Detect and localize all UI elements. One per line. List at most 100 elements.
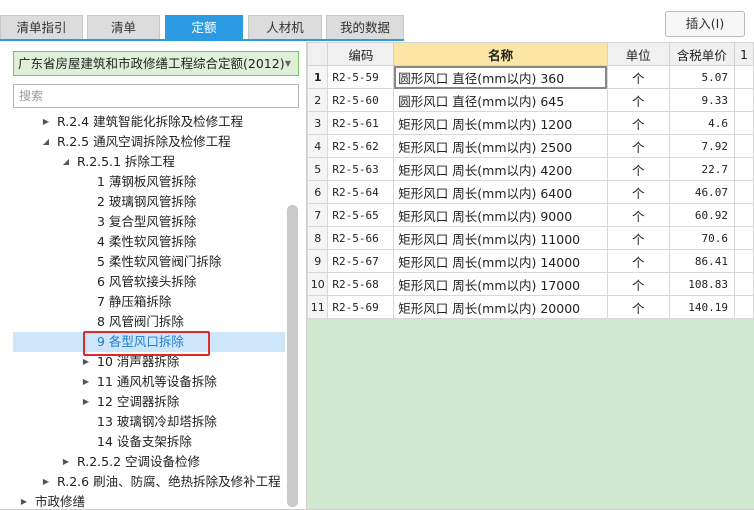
cell-unit[interactable]: 个 — [606, 88, 670, 112]
cell-extra[interactable] — [734, 272, 754, 296]
cell-code[interactable]: R2-5-62 — [327, 134, 395, 158]
cell-price[interactable]: 108.83 — [668, 272, 736, 296]
tree-node[interactable]: 2 玻璃钢风管拆除 — [13, 192, 285, 212]
cell-extra[interactable] — [734, 88, 754, 112]
table-row[interactable]: 5 R2-5-63 矩形风口 周长(mm以内) 4200 个 22.7 — [307, 157, 754, 181]
caret-collapsed-icon[interactable]: ▶ — [41, 472, 51, 492]
cell-name[interactable]: 圆形风口 直径(mm以内) 360 — [393, 65, 608, 89]
cell-extra[interactable] — [734, 180, 754, 204]
cell-extra[interactable] — [734, 65, 754, 89]
quota-library-select[interactable]: 广东省房屋建筑和市政修缮工程综合定额(2012) ▼ — [13, 51, 299, 76]
cell-name[interactable]: 圆形风口 直径(mm以内) 645 — [393, 88, 608, 112]
table-row[interactable]: 9 R2-5-67 矩形风口 周长(mm以内) 14000 个 86.41 — [307, 249, 754, 273]
cell-name[interactable]: 矩形风口 周长(mm以内) 11000 — [393, 226, 608, 250]
tree-node[interactable]: 1 薄钢板风管拆除 — [13, 172, 285, 192]
tree-node[interactable]: 8 风管阀门拆除 — [13, 312, 285, 332]
cell-extra[interactable] — [734, 134, 754, 158]
cell-extra[interactable] — [734, 226, 754, 250]
cell-name[interactable]: 矩形风口 周长(mm以内) 9000 — [393, 203, 608, 227]
cell-price[interactable]: 4.6 — [668, 111, 736, 135]
tab-bill[interactable]: 清单 — [87, 15, 160, 40]
table-row[interactable]: 1 R2-5-59 圆形风口 直径(mm以内) 360 个 5.07 — [307, 65, 754, 89]
cell-name[interactable]: 矩形风口 周长(mm以内) 17000 — [393, 272, 608, 296]
tab-list-guide[interactable]: 清单指引 — [0, 15, 83, 40]
cell-price[interactable]: 140.19 — [668, 295, 736, 319]
tree-node[interactable]: ▶ 市政修缮 — [13, 492, 285, 510]
caret-expanded-icon[interactable]: ◢ — [41, 132, 51, 152]
caret-expanded-icon[interactable]: ◢ — [61, 152, 71, 172]
cell-code[interactable]: R2-5-63 — [327, 157, 395, 181]
tree-node[interactable]: 13 玻璃钢冷却塔拆除 — [13, 412, 285, 432]
tree-node[interactable]: 4 柔性软风管拆除 — [13, 232, 285, 252]
cell-code[interactable]: R2-5-65 — [327, 203, 395, 227]
table-row[interactable]: 8 R2-5-66 矩形风口 周长(mm以内) 11000 个 70.6 — [307, 226, 754, 250]
cell-name[interactable]: 矩形风口 周长(mm以内) 4200 — [393, 157, 608, 181]
cell-code[interactable]: R2-5-60 — [327, 88, 395, 112]
cell-name[interactable]: 矩形风口 周长(mm以内) 2500 — [393, 134, 608, 158]
tree-node[interactable]: ▶ R.2.5.2 空调设备检修 — [13, 452, 285, 472]
cell-unit[interactable]: 个 — [606, 65, 670, 89]
tree-node[interactable]: 6 风管软接头拆除 — [13, 272, 285, 292]
table-row[interactable]: 2 R2-5-60 圆形风口 直径(mm以内) 645 个 9.33 — [307, 88, 754, 112]
tree-node[interactable]: ◢ R.2.5.1 拆除工程 — [13, 152, 285, 172]
tree-node[interactable]: ▶ R.2.4 建筑智能化拆除及检修工程 — [13, 112, 285, 132]
cell-price[interactable]: 70.6 — [668, 226, 736, 250]
cell-unit[interactable]: 个 — [606, 249, 670, 273]
cell-extra[interactable] — [734, 295, 754, 319]
cell-name[interactable]: 矩形风口 周长(mm以内) 6400 — [393, 180, 608, 204]
column-header-name[interactable]: 名称 — [393, 42, 608, 66]
cell-unit[interactable]: 个 — [606, 272, 670, 296]
column-header-unit[interactable]: 单位 — [606, 42, 670, 66]
column-header-price[interactable]: 含税单价 — [668, 42, 736, 66]
cell-unit[interactable]: 个 — [606, 295, 670, 319]
column-header-code[interactable]: 编码 — [327, 42, 395, 66]
cell-code[interactable]: R2-5-69 — [327, 295, 395, 319]
tab-quota[interactable]: 定额 — [165, 15, 243, 40]
tab-labor-material-machine[interactable]: 人材机 — [248, 15, 322, 40]
cell-unit[interactable]: 个 — [606, 180, 670, 204]
cell-name[interactable]: 矩形风口 周长(mm以内) 20000 — [393, 295, 608, 319]
tree-node[interactable]: ◢ R.2.5 通风空调拆除及检修工程 — [13, 132, 285, 152]
cell-price[interactable]: 22.7 — [668, 157, 736, 181]
cell-code[interactable]: R2-5-61 — [327, 111, 395, 135]
cell-name[interactable]: 矩形风口 周长(mm以内) 1200 — [393, 111, 608, 135]
insert-button[interactable]: 插入(I) — [665, 11, 745, 37]
cell-unit[interactable]: 个 — [606, 134, 670, 158]
cell-code[interactable]: R2-5-64 — [327, 180, 395, 204]
cell-unit[interactable]: 个 — [606, 111, 670, 135]
tree-node[interactable]: 14 设备支架拆除 — [13, 432, 285, 452]
table-row[interactable]: 4 R2-5-62 矩形风口 周长(mm以内) 2500 个 7.92 — [307, 134, 754, 158]
cell-price[interactable]: 9.33 — [668, 88, 736, 112]
cell-price[interactable]: 86.41 — [668, 249, 736, 273]
table-row[interactable]: 3 R2-5-61 矩形风口 周长(mm以内) 1200 个 4.6 — [307, 111, 754, 135]
column-header-extra[interactable]: 1 — [734, 42, 754, 66]
cell-code[interactable]: R2-5-67 — [327, 249, 395, 273]
cell-extra[interactable] — [734, 249, 754, 273]
caret-collapsed-icon[interactable]: ▶ — [81, 392, 91, 412]
cell-unit[interactable]: 个 — [606, 226, 670, 250]
tree-scrollbar[interactable] — [287, 205, 298, 507]
tab-my-data[interactable]: 我的数据 — [326, 15, 404, 40]
tree-node[interactable]: 3 复合型风管拆除 — [13, 212, 285, 232]
cell-price[interactable]: 46.07 — [668, 180, 736, 204]
cell-code[interactable]: R2-5-59 — [327, 65, 395, 89]
tree-node[interactable]: ▶ 12 空调器拆除 — [13, 392, 285, 412]
cell-extra[interactable] — [734, 157, 754, 181]
caret-collapsed-icon[interactable]: ▶ — [41, 112, 51, 132]
cell-price[interactable]: 7.92 — [668, 134, 736, 158]
cell-code[interactable]: R2-5-68 — [327, 272, 395, 296]
cell-price[interactable]: 60.92 — [668, 203, 736, 227]
tree-node[interactable]: 7 静压箱拆除 — [13, 292, 285, 312]
search-input[interactable]: 搜索 — [13, 84, 299, 108]
table-row[interactable]: 11 R2-5-69 矩形风口 周长(mm以内) 20000 个 140.19 — [307, 295, 754, 319]
cell-extra[interactable] — [734, 203, 754, 227]
cell-unit[interactable]: 个 — [606, 203, 670, 227]
cell-name[interactable]: 矩形风口 周长(mm以内) 14000 — [393, 249, 608, 273]
tree-node[interactable]: ▶ R.2.6 刷油、防腐、绝热拆除及修补工程 — [13, 472, 285, 492]
caret-collapsed-icon[interactable]: ▶ — [81, 372, 91, 392]
table-row[interactable]: 7 R2-5-65 矩形风口 周长(mm以内) 9000 个 60.92 — [307, 203, 754, 227]
cell-unit[interactable]: 个 — [606, 157, 670, 181]
tree-node[interactable]: 5 柔性软风管阀门拆除 — [13, 252, 285, 272]
table-row[interactable]: 6 R2-5-64 矩形风口 周长(mm以内) 6400 个 46.07 — [307, 180, 754, 204]
caret-collapsed-icon[interactable]: ▶ — [61, 452, 71, 472]
